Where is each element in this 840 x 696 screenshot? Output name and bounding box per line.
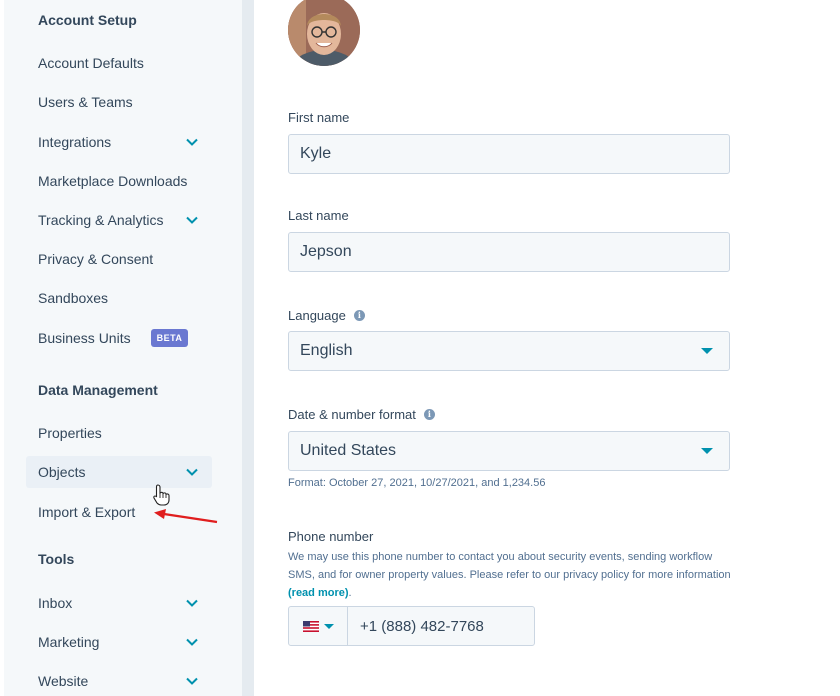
- language-label-text: Language: [288, 308, 346, 323]
- language-label: Language i: [288, 308, 365, 323]
- first-name-label-text: First name: [288, 110, 350, 125]
- sidebar-item-properties[interactable]: Properties: [26, 417, 212, 449]
- section-data-management: Data Management: [38, 382, 158, 398]
- first-name-value: Kyle: [300, 145, 332, 162]
- country-code-dropdown[interactable]: [288, 606, 348, 646]
- sidebar-divider: [242, 0, 254, 696]
- sidebar-item-label: Import & Export: [38, 504, 136, 520]
- sidebar-item-label: Tracking & Analytics: [38, 212, 164, 228]
- info-icon[interactable]: i: [423, 409, 435, 420]
- last-name-label-text: Last name: [288, 208, 349, 223]
- section-account-setup: Account Setup: [38, 12, 137, 28]
- date-format-help: Format: October 27, 2021, 10/27/2021, an…: [288, 477, 546, 489]
- phone-help-text: We may use this phone number to contact …: [288, 551, 731, 581]
- language-value: English: [300, 342, 353, 359]
- sidebar-item-label: Properties: [38, 425, 102, 441]
- sidebar-item-label: Sandboxes: [38, 290, 109, 306]
- chevron-down-icon[interactable]: [186, 597, 198, 609]
- language-select[interactable]: English: [288, 331, 730, 371]
- settings-sidebar: Account Setup Account Defaults Users & T…: [0, 0, 242, 696]
- sidebar-item-integrations[interactable]: Integrations: [26, 126, 212, 158]
- phone-value: +1 (888) 482-7768: [360, 617, 484, 635]
- sidebar-item-tracking-analytics[interactable]: Tracking & Analytics: [26, 204, 212, 236]
- phone-help-end: .: [348, 587, 352, 599]
- sidebar-item-label: Business Units: [38, 330, 131, 346]
- last-name-field[interactable]: Jepson: [288, 232, 730, 272]
- profile-photo: [288, 0, 360, 66]
- sidebar-item-account-defaults[interactable]: Account Defaults: [26, 47, 212, 79]
- phone-label: Phone number: [288, 529, 373, 544]
- sidebar-item-marketplace-downloads[interactable]: Marketplace Downloads: [26, 165, 212, 197]
- date-format-select[interactable]: United States: [288, 431, 730, 471]
- caret-down-icon: [701, 448, 713, 454]
- sidebar-item-website[interactable]: Website: [26, 665, 212, 696]
- chevron-down-icon[interactable]: [186, 636, 198, 648]
- last-name-value: Jepson: [300, 243, 352, 260]
- sidebar-item-label: Users & Teams: [38, 94, 133, 110]
- sidebar-item-label: Website: [38, 673, 89, 689]
- date-format-label-text: Date & number format: [288, 407, 416, 422]
- date-format-value: United States: [300, 442, 397, 459]
- sidebar-item-business-units[interactable]: Business Units BETA: [26, 322, 212, 354]
- sidebar-item-privacy-consent[interactable]: Privacy & Consent: [26, 243, 212, 275]
- date-format-label: Date & number format i: [288, 407, 435, 422]
- sidebar-item-label: Marketing: [38, 634, 100, 650]
- sidebar-item-label: Account Defaults: [38, 55, 144, 71]
- annotation-arrow-icon: [154, 509, 218, 524]
- phone-label-text: Phone number: [288, 529, 374, 544]
- chevron-down-icon[interactable]: [186, 214, 198, 226]
- first-name-label: First name: [288, 110, 349, 125]
- sidebar-item-objects[interactable]: Objects: [26, 456, 212, 488]
- info-icon[interactable]: i: [353, 310, 365, 321]
- sidebar-item-label: Integrations: [38, 134, 112, 150]
- section-tools: Tools: [38, 551, 75, 567]
- sidebar-item-label: Privacy & Consent: [38, 251, 154, 267]
- caret-down-icon: [701, 348, 713, 354]
- chevron-down-icon[interactable]: [186, 136, 198, 148]
- chevron-down-icon[interactable]: [186, 466, 198, 478]
- last-name-label: Last name: [288, 208, 349, 223]
- caret-down-icon: [323, 623, 334, 629]
- sidebar-item-label: Marketplace Downloads: [38, 173, 188, 189]
- read-more-link[interactable]: (read more): [288, 587, 349, 599]
- sidebar-item-sandboxes[interactable]: Sandboxes: [26, 282, 212, 314]
- avatar[interactable]: [288, 0, 360, 66]
- sidebar-item-label: Inbox: [38, 595, 73, 611]
- first-name-field[interactable]: Kyle: [288, 134, 730, 174]
- sidebar-item-label: Objects: [38, 464, 86, 480]
- beta-badge: BETA: [150, 329, 189, 347]
- phone-number-field[interactable]: +1 (888) 482-7768: [347, 606, 535, 646]
- sidebar-item-marketing[interactable]: Marketing: [26, 626, 212, 658]
- hand-pointer-icon: [153, 484, 170, 506]
- sidebar-item-users-teams[interactable]: Users & Teams: [26, 86, 212, 118]
- phone-help: We may use this phone number to contact …: [288, 548, 738, 602]
- sidebar-item-inbox[interactable]: Inbox: [26, 587, 212, 619]
- us-flag-icon: [302, 620, 319, 632]
- chevron-down-icon[interactable]: [186, 675, 198, 687]
